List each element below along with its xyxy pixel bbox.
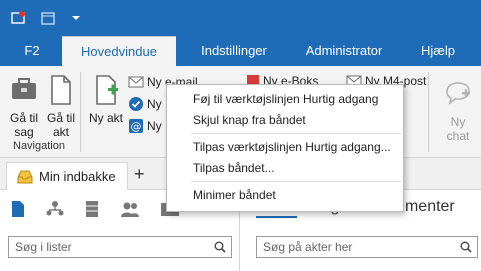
search-acts-placeholder: Søg på akter her (263, 240, 353, 254)
new-item-button[interactable]: Ny (128, 96, 162, 112)
ribbon-tab-row: F2 Hovedvindue Indstillinger Administrat… (0, 36, 481, 66)
cabinet-icon[interactable] (84, 200, 100, 218)
goto-act-label: Gå til akt (46, 111, 75, 139)
svg-text:@: @ (131, 120, 142, 133)
calendar-icon[interactable] (38, 8, 58, 28)
ribbon-separator (428, 72, 429, 152)
navigation-group-label: Navigation (13, 140, 65, 152)
notification-icon[interactable] (8, 8, 28, 28)
goto-case-button[interactable]: Gå til sag (6, 74, 42, 139)
menu-separator (191, 181, 401, 182)
at-sign-icon: @ (129, 119, 143, 133)
tab-administrator[interactable]: Administrator (294, 36, 394, 66)
new-chat-button[interactable]: Ny chat (438, 80, 478, 143)
inbox-tab-label: Min indbakke (39, 169, 116, 184)
new-document-icon (96, 75, 118, 105)
new-act-label: Ny akt (88, 111, 123, 125)
context-menu: Føj til værktøjslinjen Hurtig adgang Skj… (166, 84, 404, 212)
tab-indstillinger[interactable]: Indstillinger (186, 36, 282, 66)
add-tab-button[interactable]: + (134, 164, 145, 185)
search-lists-field[interactable]: Søg i lister (8, 236, 232, 258)
new-mail-button[interactable]: @ Ny (128, 118, 162, 134)
search-acts-field[interactable]: Søg på akter her (256, 236, 478, 258)
menu-item-customize-quick-access[interactable]: Tilpas værktøjslinjen Hurtig adgang... (167, 137, 403, 157)
new-mail-label: Ny (147, 119, 162, 133)
envelope-icon (128, 76, 144, 88)
ribbon-separator (80, 72, 81, 152)
tab-hjaelp[interactable]: Hjælp (408, 36, 468, 66)
check-circle-icon (129, 97, 143, 111)
contacts-icon[interactable] (120, 200, 140, 218)
menu-item-hide-button[interactable]: Skjul knap fra båndet (167, 110, 403, 130)
dropdown-arrow-icon[interactable] (66, 8, 86, 28)
new-chat-label: Ny chat (446, 115, 470, 143)
new-act-button[interactable]: Ny akt (88, 74, 124, 125)
document-icon[interactable] (10, 200, 26, 218)
tab-f2[interactable]: F2 (10, 36, 54, 66)
search-icon[interactable] (209, 237, 231, 257)
goto-case-label: Gå til sag (9, 111, 38, 139)
chat-icon (446, 82, 470, 105)
menu-separator (191, 133, 401, 134)
tab-hovedvindue[interactable]: Hovedvindue (62, 36, 176, 66)
search-icon[interactable] (455, 237, 477, 257)
goto-act-button[interactable]: Gå til akt (44, 74, 78, 139)
menu-item-add-to-quick-access[interactable]: Føj til værktøjslinjen Hurtig adgang (167, 89, 403, 109)
menu-item-customize-ribbon[interactable]: Tilpas båndet... (167, 158, 403, 178)
org-chart-icon[interactable] (46, 200, 64, 218)
document-icon (51, 75, 71, 105)
menu-item-minimize-ribbon[interactable]: Minimer båndet (167, 185, 403, 205)
briefcase-icon (12, 78, 36, 99)
inbox-icon (17, 170, 33, 183)
search-lists-placeholder: Søg i lister (15, 240, 72, 254)
tab-min-indbakke[interactable]: Min indbakke (6, 162, 128, 190)
new-item-label: Ny (147, 97, 162, 111)
left-pane-icon-row (10, 200, 180, 218)
title-bar (0, 0, 481, 36)
